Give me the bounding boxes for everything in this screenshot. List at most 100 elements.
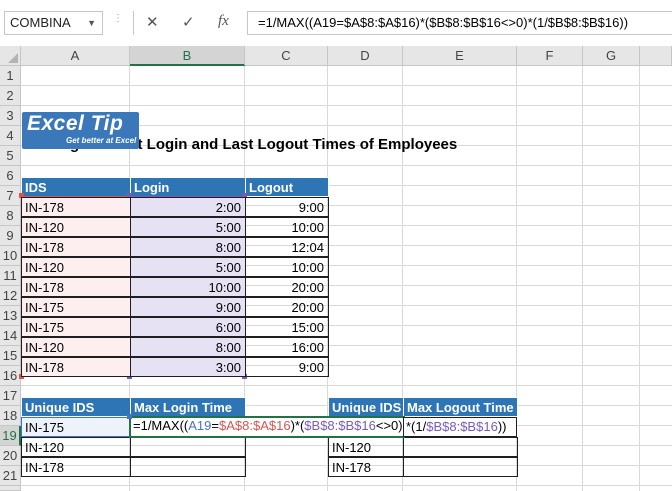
login-cell[interactable]: 8:00 xyxy=(130,237,246,257)
id-cell[interactable]: IN-175 xyxy=(21,317,131,337)
formula-overflow: *(1/$B$8:$B$16)) xyxy=(403,417,517,437)
formula-part: <>0) xyxy=(375,418,403,433)
header-login[interactable]: Login xyxy=(130,177,246,197)
column-header-b[interactable]: B xyxy=(130,46,245,66)
logout-cell[interactable]: 12:04 xyxy=(245,237,329,257)
login-cell[interactable]: 3:00 xyxy=(130,357,246,377)
unique-id-cell[interactable]: IN-178 xyxy=(21,457,131,477)
range-handle[interactable] xyxy=(127,414,132,419)
row-header-7[interactable]: 7 xyxy=(0,186,21,206)
row-header-20[interactable]: 20 xyxy=(0,446,21,466)
row-header-1[interactable]: 1 xyxy=(0,66,21,86)
row-header-8[interactable]: 8 xyxy=(0,206,21,226)
formula-bar: COMBINA ▼ ⋮ ✕ ✓ fx =1/MAX((A19=$A$8:$A$1… xyxy=(0,0,672,46)
gridline xyxy=(21,485,672,486)
column-header-h[interactable] xyxy=(640,46,672,66)
name-box[interactable]: COMBINA ▼ xyxy=(4,11,103,35)
cancel-icon[interactable]: ✕ xyxy=(146,13,159,31)
drag-handle-icon[interactable]: ⋮ xyxy=(113,14,123,24)
formula-part: *(1/ xyxy=(406,419,427,434)
column-header-f[interactable]: F xyxy=(517,46,583,66)
id-cell[interactable]: IN-120 xyxy=(21,257,131,277)
row-header-6[interactable]: 6 xyxy=(0,166,21,186)
max-logout-cell[interactable] xyxy=(403,437,518,457)
id-cell[interactable]: IN-178 xyxy=(21,237,131,257)
login-cell[interactable]: 2:00 xyxy=(130,197,246,217)
column-header-a[interactable]: A xyxy=(21,46,130,66)
logout-cell[interactable]: 9:00 xyxy=(245,197,329,217)
login-cell[interactable]: 8:00 xyxy=(130,337,246,357)
logout-cell[interactable]: 20:00 xyxy=(245,297,329,317)
row-header-2[interactable]: 2 xyxy=(0,86,21,106)
formula-ref: A19 xyxy=(188,418,212,433)
logout-cell[interactable]: 15:00 xyxy=(245,317,329,337)
row-header-16[interactable]: 16 xyxy=(0,366,21,386)
select-all-button[interactable] xyxy=(0,46,21,66)
row-header-17[interactable]: 17 xyxy=(0,386,21,406)
id-cell[interactable]: IN-178 xyxy=(21,197,131,217)
gridline xyxy=(21,105,672,106)
row-header-19[interactable]: 19 xyxy=(0,426,21,446)
id-cell[interactable]: IN-175 xyxy=(21,297,131,317)
header-unique-ids-2[interactable]: Unique IDS xyxy=(328,397,404,417)
logo-text: Excel Tip xyxy=(27,112,124,135)
enter-icon[interactable]: ✓ xyxy=(182,13,195,31)
unique-id-cell[interactable]: IN-120 xyxy=(328,437,404,457)
unique-id-cell[interactable]: IN-175 xyxy=(21,417,131,437)
excel-tip-logo: Excel Tip Get better at Excel xyxy=(22,112,139,149)
max-login-cell[interactable] xyxy=(130,437,246,457)
column-header-e[interactable]: E xyxy=(403,46,517,66)
row-header-3[interactable]: 3 xyxy=(0,106,21,126)
logout-cell[interactable]: 16:00 xyxy=(245,337,329,357)
logout-cell[interactable]: 20:00 xyxy=(245,277,329,297)
logo-tagline: Get better at Excel xyxy=(66,136,137,145)
login-cell[interactable]: 10:00 xyxy=(130,277,246,297)
formula-input[interactable]: =1/MAX((A19=$A$8:$A$16)*($B$8:$B$16<>0)*… xyxy=(247,11,672,35)
unique-id-cell[interactable]: IN-178 xyxy=(328,457,404,477)
gridline xyxy=(21,165,672,166)
row-header-15[interactable]: 15 xyxy=(0,346,21,366)
login-cell[interactable]: 5:00 xyxy=(130,257,246,277)
id-cell[interactable]: IN-120 xyxy=(21,337,131,357)
header-max-logout-time[interactable]: Max Logout Time xyxy=(403,397,518,417)
chevron-down-icon[interactable]: ▼ xyxy=(87,12,96,34)
row-header-22[interactable] xyxy=(0,486,21,491)
row-header-18[interactable]: 18 xyxy=(0,406,21,426)
row-header-21[interactable]: 21 xyxy=(0,466,21,486)
formula-part: )) xyxy=(497,419,507,434)
column-header-d[interactable]: D xyxy=(328,46,403,66)
id-cell[interactable]: IN-178 xyxy=(21,277,131,297)
unique-id-cell[interactable]: IN-120 xyxy=(21,437,131,457)
cell-editor[interactable]: =1/MAX((A19=$A$8:$A$16)*($B$8:$B$16<>0) xyxy=(129,416,405,438)
row-header-12[interactable]: 12 xyxy=(0,286,21,306)
gridline xyxy=(639,66,640,491)
max-logout-cell[interactable] xyxy=(403,457,518,477)
row-header-9[interactable]: 9 xyxy=(0,226,21,246)
row-header-11[interactable]: 11 xyxy=(0,266,21,286)
column-header-c[interactable]: C xyxy=(245,46,328,66)
logout-cell[interactable]: 10:00 xyxy=(245,217,329,237)
row-header-14[interactable]: 14 xyxy=(0,326,21,346)
header-max-login-time[interactable]: Max Login Time xyxy=(130,397,246,417)
row-header-4[interactable]: 4 xyxy=(0,126,21,146)
header-logout[interactable]: Logout xyxy=(245,177,329,197)
login-cell[interactable]: 6:00 xyxy=(130,317,246,337)
header-ids[interactable]: IDS xyxy=(21,177,131,197)
logout-cell[interactable]: 9:00 xyxy=(245,357,329,377)
formula-tools: ✕ ✓ fx xyxy=(133,11,246,35)
row-header-10[interactable]: 10 xyxy=(0,246,21,266)
login-cell[interactable]: 5:00 xyxy=(130,217,246,237)
id-cell[interactable]: IN-178 xyxy=(21,357,131,377)
column-header-g[interactable]: G xyxy=(583,46,640,66)
header-unique-ids[interactable]: Unique IDS xyxy=(21,397,131,417)
row-header-5[interactable]: 5 xyxy=(0,146,21,166)
insert-function-icon[interactable]: fx xyxy=(218,13,229,30)
spreadsheet-grid: A B C D E F G 1 2 3 4 5 6 7 8 9 10 11 12… xyxy=(0,46,672,491)
formula-part: =1/MAX(( xyxy=(133,418,189,433)
id-cell[interactable]: IN-120 xyxy=(21,217,131,237)
max-login-cell[interactable] xyxy=(130,457,246,477)
logout-cell[interactable]: 10:00 xyxy=(245,257,329,277)
formula-ref: $B$8:$B$16 xyxy=(304,418,376,433)
login-cell[interactable]: 9:00 xyxy=(130,297,246,317)
row-header-13[interactable]: 13 xyxy=(0,306,21,326)
